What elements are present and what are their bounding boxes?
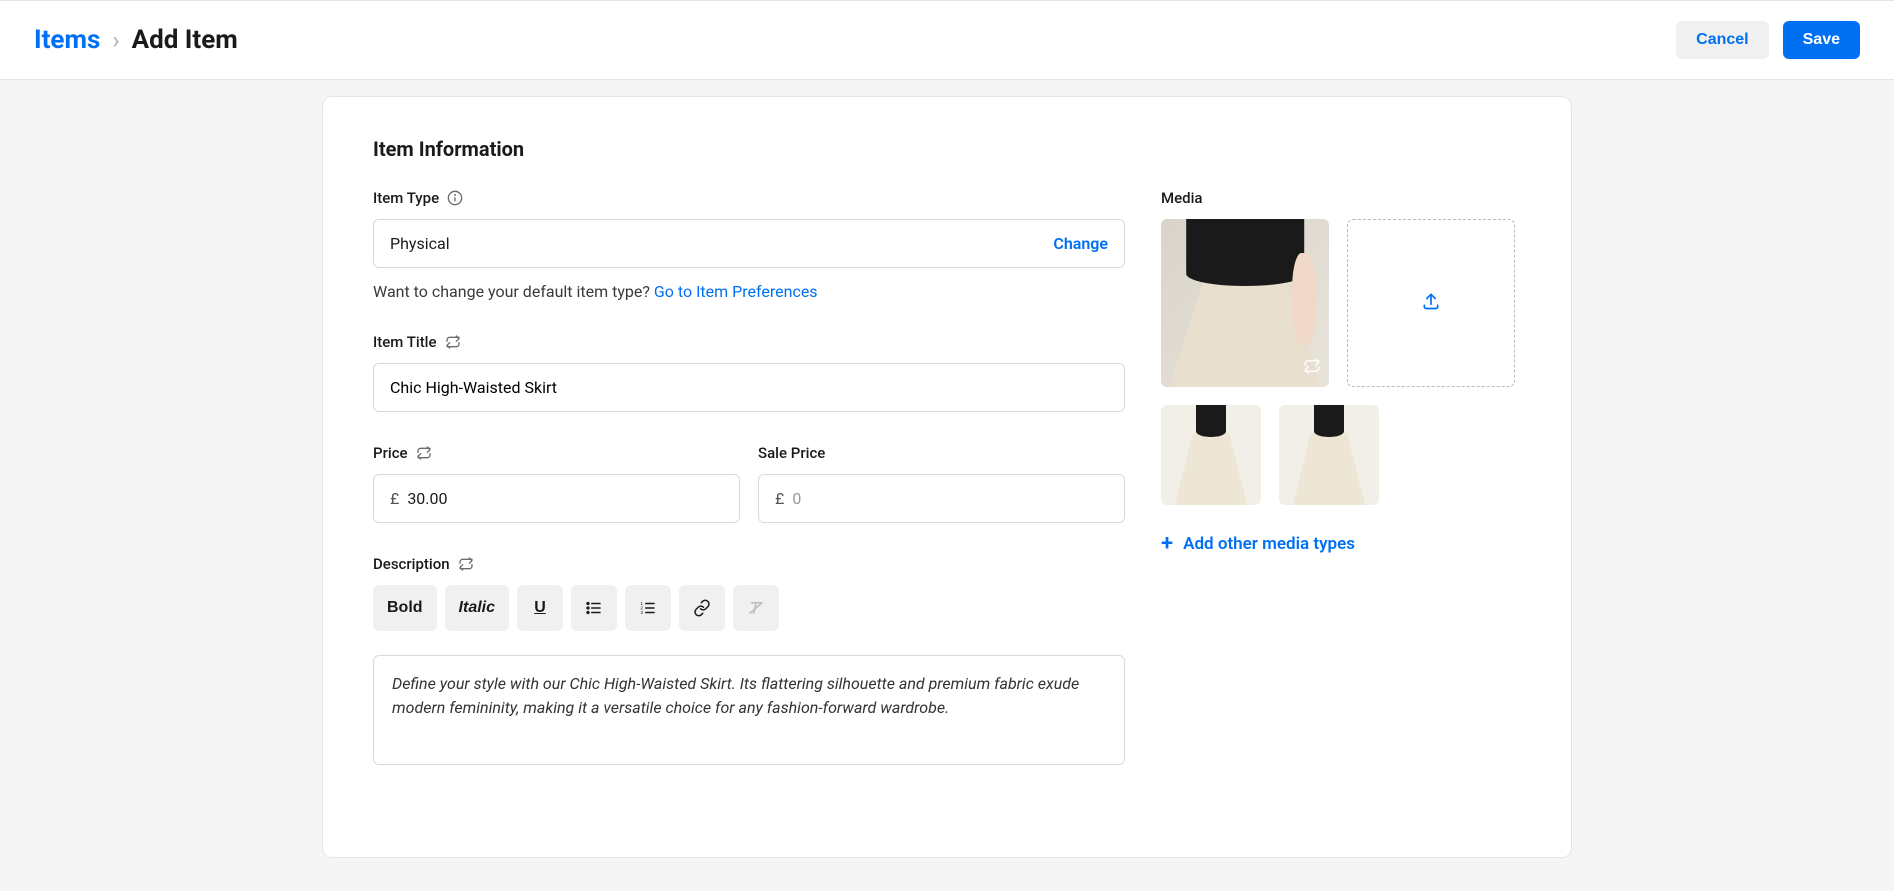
link-button[interactable]	[679, 585, 725, 631]
item-type-label: Item Type	[373, 189, 1125, 207]
price-currency: £	[390, 489, 399, 508]
change-item-type-link[interactable]: Change	[1053, 234, 1108, 253]
description-label-text: Description	[373, 555, 450, 573]
description-field: Description Bold Italic U	[373, 555, 1125, 765]
upload-icon	[1421, 291, 1441, 315]
price-field: Price £	[373, 444, 740, 523]
media-thumbnail-1[interactable]	[1161, 405, 1261, 505]
cancel-button[interactable]: Cancel	[1676, 21, 1768, 59]
plus-icon: +	[1161, 533, 1173, 555]
item-title-field: Item Title	[373, 333, 1125, 412]
item-preferences-link[interactable]: Go to Item Preferences	[654, 282, 818, 301]
description-editor[interactable]: Define your style with our Chic High-Wai…	[373, 655, 1125, 765]
sale-price-label-text: Sale Price	[758, 444, 825, 462]
product-image-3	[1279, 405, 1379, 505]
main-card: Item Information Item Type Physical	[322, 96, 1572, 858]
sync-icon[interactable]	[1303, 357, 1321, 379]
item-title-input[interactable]	[373, 363, 1125, 412]
description-toolbar: Bold Italic U 1 2 3	[373, 585, 1125, 631]
add-other-media-label: Add other media types	[1183, 534, 1355, 554]
price-label-text: Price	[373, 444, 408, 462]
save-button[interactable]: Save	[1783, 21, 1860, 59]
item-type-label-text: Item Type	[373, 189, 439, 207]
sale-price-label: Sale Price	[758, 444, 1125, 462]
underline-button[interactable]: U	[517, 585, 563, 631]
numbered-list-button[interactable]: 1 2 3	[625, 585, 671, 631]
media-thumbnail-2[interactable]	[1279, 405, 1379, 505]
item-title-label-text: Item Title	[373, 333, 437, 351]
breadcrumb-items-link[interactable]: Items	[34, 25, 100, 55]
price-input[interactable]	[407, 489, 723, 508]
sync-icon[interactable]	[458, 556, 474, 572]
header-actions: Cancel Save	[1676, 21, 1860, 59]
italic-button[interactable]: Italic	[445, 585, 509, 631]
media-section: Media	[1161, 189, 1521, 797]
sale-price-input[interactable]	[792, 489, 1108, 508]
sale-price-input-wrap[interactable]: £	[758, 474, 1125, 523]
breadcrumb: Items › Add Item	[34, 25, 238, 55]
bullet-list-button[interactable]	[571, 585, 617, 631]
sync-icon[interactable]	[416, 445, 432, 461]
item-type-helper: Want to change your default item type? G…	[373, 282, 1125, 301]
upload-media-box[interactable]	[1347, 219, 1515, 387]
description-label: Description	[373, 555, 1125, 573]
info-icon[interactable]	[447, 190, 463, 206]
sync-icon[interactable]	[445, 334, 461, 350]
sale-price-field: Sale Price £	[758, 444, 1125, 523]
price-input-wrap[interactable]: £	[373, 474, 740, 523]
sale-price-currency: £	[775, 489, 784, 508]
bold-button[interactable]: Bold	[373, 585, 437, 631]
add-other-media-link[interactable]: + Add other media types	[1161, 533, 1521, 555]
media-label: Media	[1161, 189, 1521, 207]
section-title: Item Information	[373, 137, 1521, 161]
svg-text:3: 3	[641, 610, 644, 615]
price-row: Price £ Sal	[373, 444, 1125, 523]
clear-format-button[interactable]	[733, 585, 779, 631]
item-type-field: Item Type Physical Change Want to change	[373, 189, 1125, 301]
item-title-label: Item Title	[373, 333, 1125, 351]
item-type-value: Physical	[390, 234, 450, 253]
product-image-2	[1161, 405, 1261, 505]
page-header: Items › Add Item Cancel Save	[0, 0, 1894, 80]
item-type-box: Physical Change	[373, 219, 1125, 268]
media-main-image[interactable]	[1161, 219, 1329, 387]
breadcrumb-current: Add Item	[132, 25, 238, 55]
helper-text: Want to change your default item type?	[373, 282, 654, 301]
price-label: Price	[373, 444, 740, 462]
chevron-right-icon: ›	[112, 26, 119, 54]
